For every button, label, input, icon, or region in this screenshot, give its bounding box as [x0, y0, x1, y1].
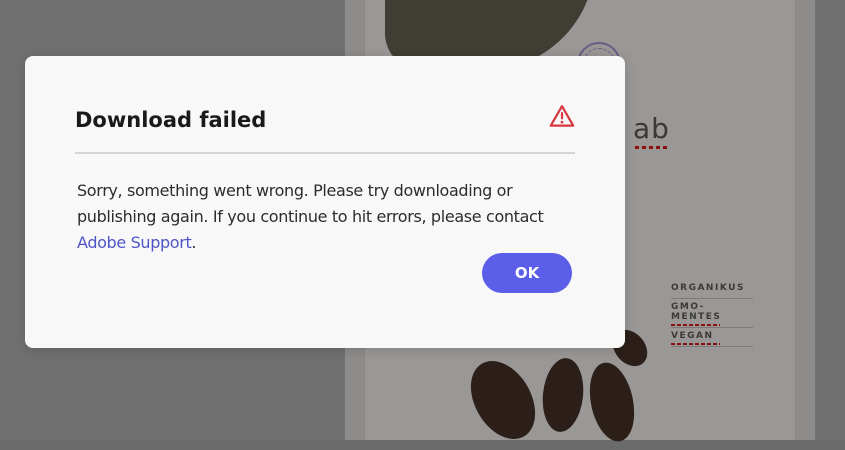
- adobe-support-link[interactable]: Adobe Support: [77, 233, 192, 252]
- product-title-fragment: ab: [633, 112, 670, 149]
- dialog-header: Download failed: [75, 105, 575, 154]
- dialog-title: Download failed: [75, 108, 267, 132]
- bean-shape: [457, 349, 549, 450]
- product-tag: GMO-MENTES: [671, 299, 753, 328]
- product-tag-list: ORGANIKUS GMO-MENTES VEGAN: [671, 280, 753, 347]
- ok-button[interactable]: OK: [482, 253, 572, 293]
- product-tag: ORGANIKUS: [671, 280, 753, 299]
- message-text: Sorry, something went wrong. Please try …: [77, 181, 544, 226]
- dialog-message: Sorry, something went wrong. Please try …: [77, 178, 577, 256]
- message-end: .: [191, 233, 197, 252]
- bean-shape: [539, 356, 587, 434]
- product-tag: VEGAN: [671, 328, 753, 347]
- download-failed-dialog: Download failed Sorry, something went wr…: [25, 56, 625, 348]
- bean-shape: [583, 358, 641, 446]
- warning-icon: [549, 105, 575, 127]
